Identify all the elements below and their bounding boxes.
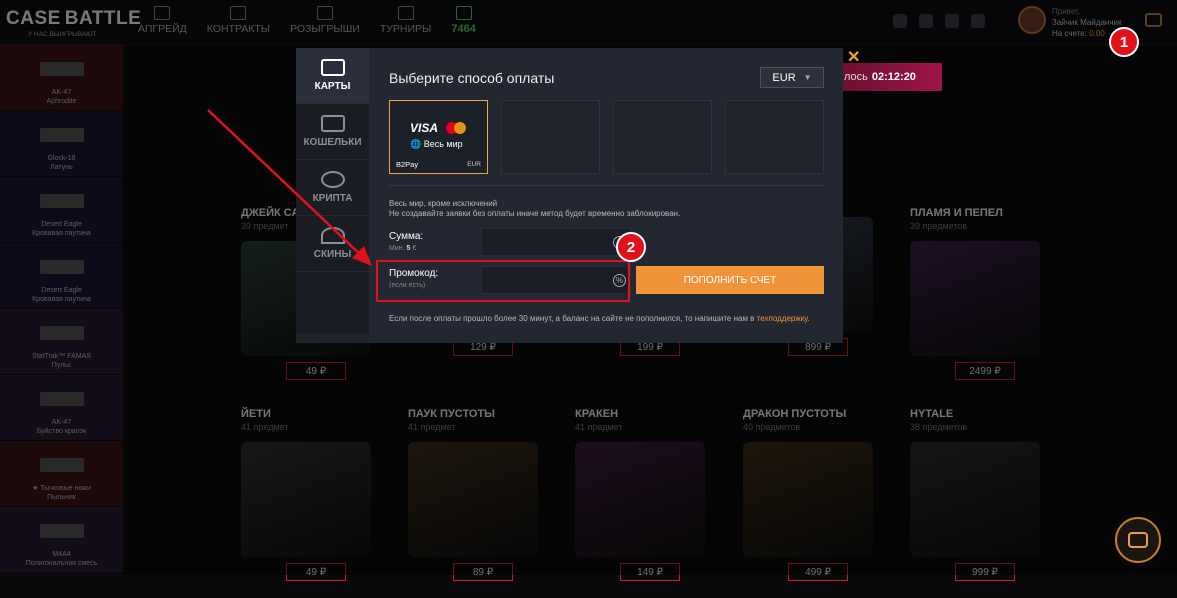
step-badge-2: 2	[616, 232, 646, 262]
step-badge-1: 1	[1109, 27, 1139, 57]
support-chat-button[interactable]	[1115, 517, 1161, 563]
tutorial-arrow	[207, 109, 372, 266]
chat-icon	[1128, 532, 1148, 548]
